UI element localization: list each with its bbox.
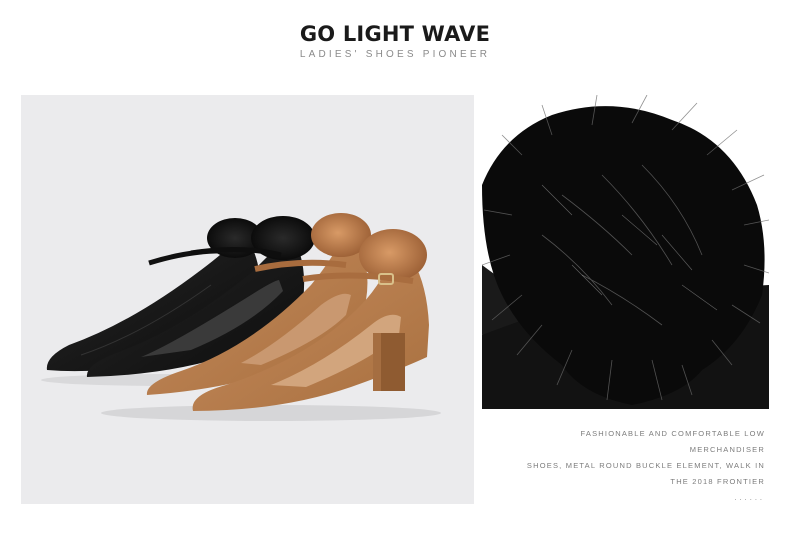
product-description: FASHIONABLE AND COMFORTABLE LOW MERCHAND…	[520, 426, 765, 506]
description-line: THE 2018 FRONTIER	[670, 477, 765, 486]
description-line: FASHIONABLE AND COMFORTABLE LOW	[580, 429, 765, 438]
fur-detail-photo	[482, 95, 769, 409]
shoe-shadow	[101, 405, 441, 421]
fur-closeup-illustration	[482, 95, 769, 409]
brand-title: GO LIGHT WAVE	[299, 22, 491, 46]
shoes-illustration	[41, 213, 441, 421]
header: GO LIGHT WAVE LADIES' SHOES PIONEER	[0, 22, 790, 60]
description-dots: ......	[734, 493, 765, 502]
description-line: MERCHANDISER	[689, 445, 765, 454]
description-line: SHOES, METAL ROUND BUCKLE ELEMENT, WALK …	[526, 461, 765, 470]
brand-subtitle: LADIES' SHOES PIONEER	[299, 49, 491, 60]
product-photo-pair	[21, 95, 474, 504]
